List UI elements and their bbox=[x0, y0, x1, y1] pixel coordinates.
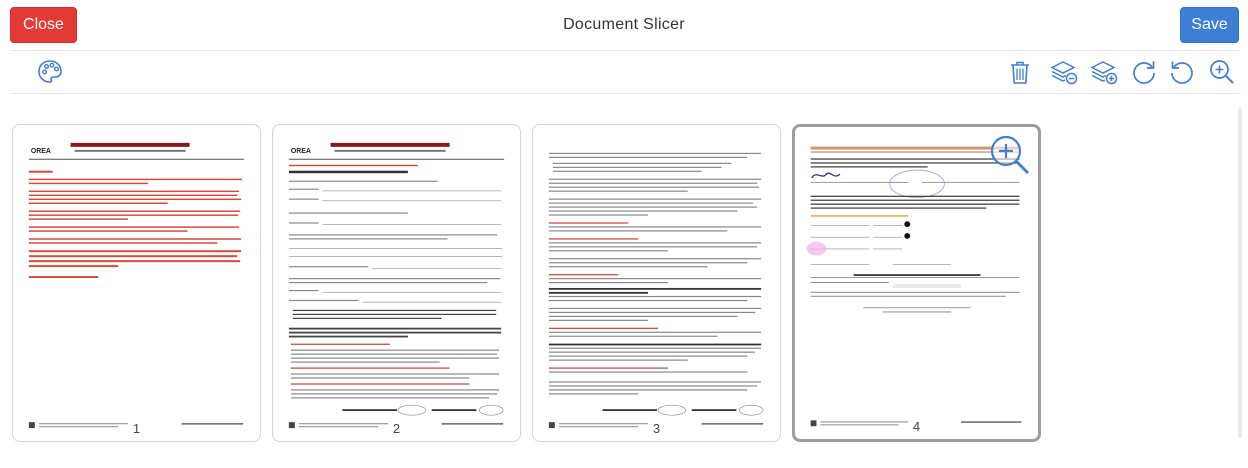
top-bar: Close Document Slicer Save bbox=[0, 0, 1248, 50]
remove-layer-button[interactable] bbox=[1048, 56, 1080, 88]
page-thumbnail-selected[interactable]: 4 bbox=[792, 124, 1041, 442]
page-thumbnail[interactable]: 3 bbox=[532, 124, 781, 442]
layers-remove-icon bbox=[1050, 61, 1078, 85]
zoom-in-icon bbox=[1210, 60, 1234, 84]
gallery-scrollbar[interactable] bbox=[1238, 108, 1242, 438]
save-button[interactable]: Save bbox=[1180, 7, 1239, 43]
rotate-counterclockwise-icon bbox=[1171, 61, 1193, 84]
zoom-in-icon[interactable] bbox=[988, 133, 1032, 177]
palette-button[interactable] bbox=[34, 56, 66, 88]
trash-icon bbox=[1011, 61, 1029, 84]
rotate-clockwise-icon bbox=[1133, 61, 1155, 84]
page-gallery: OREA 1 OREA 2 3 4 bbox=[10, 96, 1238, 468]
page-number: 3 bbox=[652, 421, 661, 436]
toolbar-divider bbox=[10, 93, 1240, 94]
page-preview: OREA bbox=[288, 142, 505, 429]
page-number: 2 bbox=[392, 421, 401, 436]
zoom-in-button[interactable] bbox=[1206, 56, 1238, 88]
add-layer-button[interactable] bbox=[1088, 56, 1120, 88]
page-title: Document Slicer bbox=[563, 16, 685, 33]
layers-add-icon bbox=[1090, 61, 1118, 85]
header-divider bbox=[10, 50, 1240, 51]
page-preview bbox=[548, 152, 764, 429]
palette-icon bbox=[38, 60, 62, 83]
page-thumbnail[interactable]: OREA 2 bbox=[272, 124, 521, 442]
page-preview: OREA bbox=[28, 142, 245, 429]
rotate-clockwise-button[interactable] bbox=[1128, 56, 1160, 88]
delete-button[interactable] bbox=[1004, 56, 1036, 88]
page-number: 4 bbox=[912, 419, 921, 434]
page-thumbnail[interactable]: OREA 1 bbox=[12, 124, 261, 442]
svg-text:OREA: OREA bbox=[291, 148, 311, 155]
page-number: 1 bbox=[132, 421, 141, 436]
rotate-counterclockwise-button[interactable] bbox=[1166, 56, 1198, 88]
svg-text:OREA: OREA bbox=[31, 148, 51, 155]
